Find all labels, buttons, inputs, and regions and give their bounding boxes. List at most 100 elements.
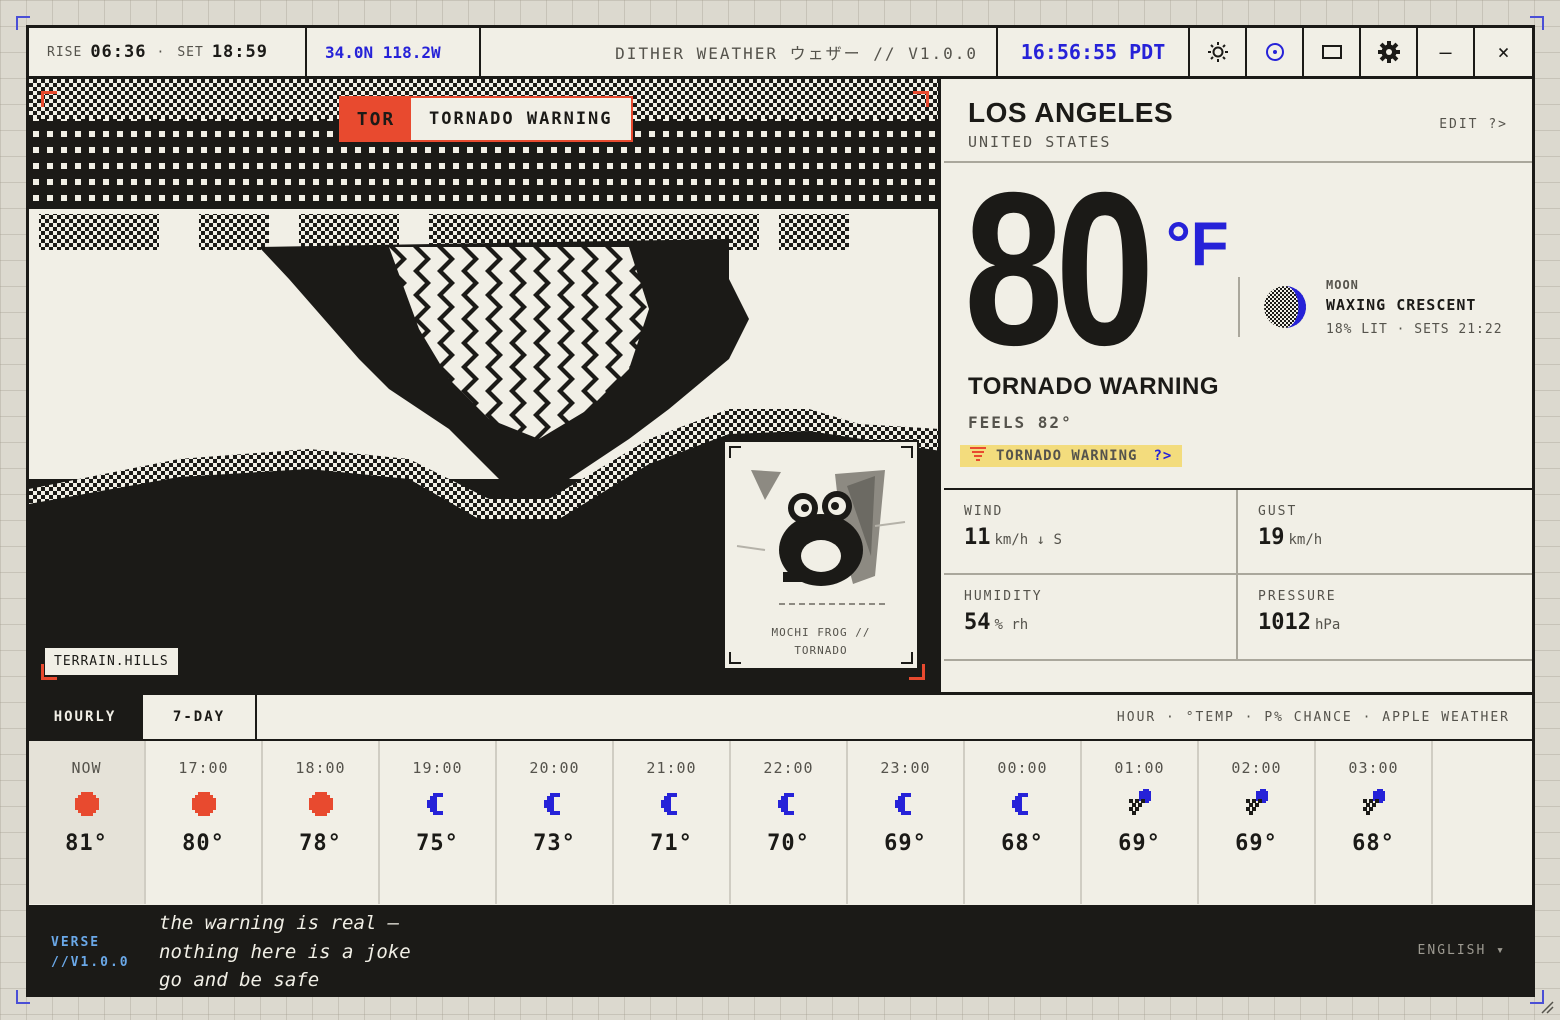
stat-label: PRESSURE — [1258, 589, 1337, 604]
verse-poem: the warning is real — nothing here is a … — [159, 909, 411, 995]
hour-temp: 80° — [182, 831, 225, 856]
hour-cell[interactable]: 20:00 73° — [497, 741, 614, 904]
sun-times: RISE 06:36 · SET 18:59 — [29, 28, 307, 76]
stat-label: GUST — [1258, 504, 1298, 519]
hour-cell[interactable]: 22:00 70° — [731, 741, 848, 904]
stat-value: 1012 — [1258, 610, 1311, 635]
tab-hourly[interactable]: HOURLY — [29, 695, 143, 739]
stat-unit: hPa — [1314, 617, 1341, 633]
verse-brand-line1: VERSE — [51, 935, 101, 950]
moon-label: MOON — [1326, 277, 1359, 292]
stat-value: 54 — [964, 610, 991, 635]
hour-cell[interactable]: 01:00 69° — [1082, 741, 1199, 904]
stat-value: 11 — [964, 525, 991, 550]
hour-temp: 68° — [1352, 831, 1395, 856]
hour-cell[interactable]: 03:00 68° — [1316, 741, 1433, 904]
hour-temp: 73° — [533, 831, 576, 856]
close-icon: × — [1497, 40, 1510, 64]
forecast-tabs: HOURLY 7-DAY HOUR · °TEMP · P% CHANCE · … — [29, 692, 1532, 741]
dither-map[interactable]: TOR TORNADO WARNING TERRAIN.HILLS MOCHI … — [29, 79, 941, 692]
hour-cell[interactable]: NOW 81° — [29, 741, 146, 904]
current-conditions: 80 °F MOON WAXING CRESCENT 18% LIT · SET… — [944, 148, 1532, 490]
map-frame-corner — [41, 91, 57, 107]
cloud-moon-icon — [1359, 789, 1389, 819]
hour-cell[interactable]: 18:00 78° — [263, 741, 380, 904]
hour-temp: 68° — [1001, 831, 1044, 856]
locate-button[interactable] — [1247, 28, 1304, 76]
hour-time: 20:00 — [529, 759, 580, 777]
hour-time: 22:00 — [763, 759, 814, 777]
stat-label: HUMIDITY — [964, 589, 1043, 604]
verse-line: the warning is real — — [159, 912, 400, 934]
hour-temp: 81° — [65, 831, 108, 856]
moon-icon — [423, 789, 453, 819]
hour-time: 00:00 — [997, 759, 1048, 777]
window-mode-button[interactable] — [1304, 28, 1361, 76]
cloud-moon-icon — [1125, 789, 1155, 819]
resize-grip-icon[interactable] — [1540, 1000, 1554, 1014]
hour-time: 21:00 — [646, 759, 697, 777]
settings-button[interactable] — [1361, 28, 1418, 76]
hour-temp: 78° — [299, 831, 342, 856]
temperature-unit[interactable]: °F — [1166, 209, 1229, 280]
hour-time: 01:00 — [1114, 759, 1165, 777]
hour-cell[interactable]: 00:00 68° — [965, 741, 1082, 904]
stat-gust: GUST 19 km/h — [1238, 490, 1532, 575]
mascot-caption-line2: TORNADO — [794, 644, 848, 657]
window-icon — [1321, 45, 1342, 59]
hour-cell-empty — [1433, 741, 1532, 904]
edit-location-link[interactable]: EDIT ?> — [1439, 117, 1508, 132]
hourly-forecast: NOW 81° 17:00 80° 18:00 78° 19:00 75° 20:00 73° 21… — [29, 741, 1532, 904]
condition-text: TORNADO WARNING — [968, 373, 1220, 400]
rise-time: 06:36 — [90, 42, 147, 62]
moon-icon — [891, 789, 921, 819]
close-button[interactable]: × — [1475, 28, 1532, 76]
verse-line: nothing here is a joke — [159, 940, 411, 963]
hour-cell[interactable]: 19:00 75° — [380, 741, 497, 904]
alert-text: TORNADO WARNING — [411, 98, 631, 140]
stat-value: 19 — [1258, 525, 1285, 550]
moon-info: MOON WAXING CRESCENT 18% LIT · SETS 21:2… — [1238, 277, 1503, 337]
stats-grid: WIND 11 km/h ↓ S GUST 19 km/h HUMIDITY 54%… — [944, 490, 1532, 661]
mascot-caption: MOCHI FROG // TORNADO — [725, 624, 917, 660]
hour-time: 17:00 — [178, 759, 229, 777]
theme-button[interactable] — [1190, 28, 1247, 76]
set-time: 18:59 — [211, 42, 268, 62]
mascot-caption-line1: MOCHI FROG // — [771, 626, 871, 639]
tab-7-day[interactable]: 7-DAY — [143, 695, 257, 739]
forecast-legend: HOUR · °TEMP · P% CHANCE · APPLE WEATHER — [1116, 709, 1510, 725]
frog-tornado-sprite — [736, 470, 906, 605]
cloud-moon-icon — [1242, 789, 1272, 819]
warning-pill[interactable]: TORNADO WARNING ?> — [960, 445, 1183, 467]
stat-unit: km/h — [1288, 532, 1323, 548]
moon-icon — [1008, 789, 1038, 819]
minimize-button[interactable]: – — [1418, 28, 1475, 76]
hour-time: 19:00 — [412, 759, 463, 777]
city-name: LOS ANGELES — [968, 97, 1174, 128]
moon-phase-icon — [1264, 286, 1306, 328]
app-title: DITHER WEATHER ウェザー // V1.0.0 — [481, 28, 998, 76]
moon-icon — [657, 789, 687, 819]
current-temperature: 80 — [964, 148, 1155, 391]
hour-temp: 69° — [884, 831, 927, 856]
app-window: RISE 06:36 · SET 18:59 34.0N 118.2W DITH… — [26, 25, 1535, 997]
warning-more-link[interactable]: ?> — [1153, 448, 1172, 464]
stat-unit: km/h ↓ S — [994, 532, 1062, 548]
hour-time: 23:00 — [880, 759, 931, 777]
hour-cell[interactable]: 23:00 69° — [848, 741, 965, 904]
hour-cell[interactable]: 02:00 69° — [1199, 741, 1316, 904]
hour-cell[interactable]: 17:00 80° — [146, 741, 263, 904]
moon-icon — [540, 789, 570, 819]
language-select[interactable]: ENGLISH ▾ — [1418, 943, 1506, 958]
sun-icon — [72, 789, 102, 819]
moon-phase: WAXING CRESCENT — [1326, 295, 1477, 314]
terrain-label: TERRAIN.HILLS — [45, 648, 178, 675]
alert-code: TOR — [341, 98, 411, 140]
warning-pill-text: TORNADO WARNING — [996, 448, 1138, 464]
gear-icon — [1377, 41, 1400, 63]
stat-unit: % rh — [994, 617, 1029, 633]
alert-badge[interactable]: TOR TORNADO WARNING — [339, 96, 633, 142]
hour-cell[interactable]: 21:00 71° — [614, 741, 731, 904]
title-bar: RISE 06:36 · SET 18:59 34.0N 118.2W DITH… — [29, 28, 1532, 79]
hour-temp: 75° — [416, 831, 459, 856]
